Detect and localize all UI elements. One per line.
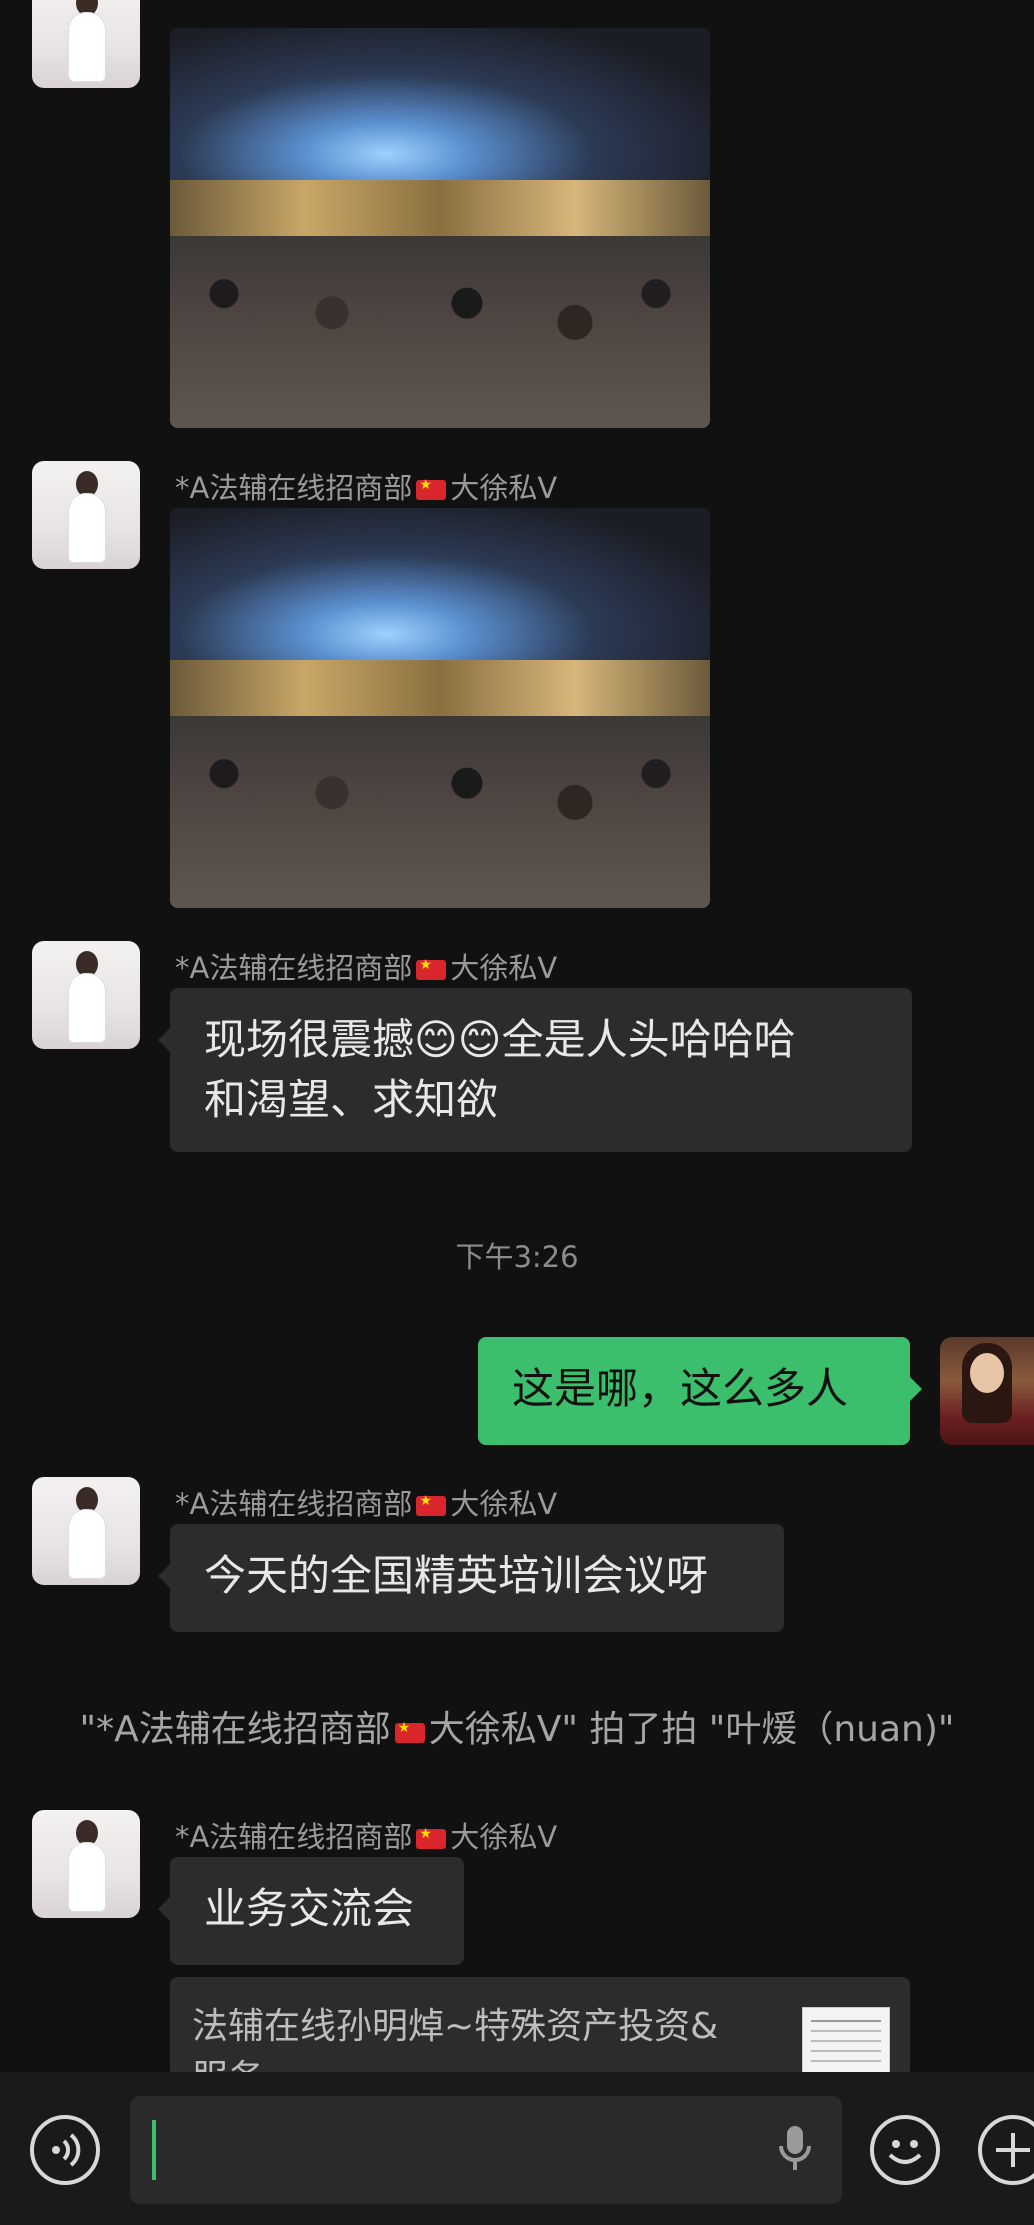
sender-name: *A法辅在线招商部大徐私V bbox=[175, 465, 557, 507]
chat-image-conference[interactable] bbox=[170, 28, 710, 428]
chat-image-conference[interactable] bbox=[170, 508, 710, 908]
link-card[interactable]: 法辅在线孙明焯~特殊资产投资&服务 bbox=[170, 1977, 910, 2077]
sender-avatar[interactable] bbox=[32, 941, 140, 1049]
chat-input-bar bbox=[0, 2072, 1034, 2225]
sender-avatar[interactable] bbox=[32, 1810, 140, 1918]
message-input[interactable] bbox=[130, 2096, 842, 2204]
message-bubble[interactable]: 业务交流会 bbox=[158, 1857, 464, 1965]
voice-icon[interactable] bbox=[30, 2115, 100, 2185]
system-pat-message: "*A法辅在线招商部大徐私V" 拍了拍 "叶煖（nuan)" bbox=[0, 1700, 1034, 1752]
microphone-icon[interactable] bbox=[775, 2122, 815, 2178]
plus-icon[interactable] bbox=[978, 2115, 1034, 2185]
emoji-icon[interactable] bbox=[870, 2115, 940, 2185]
china-flag-icon bbox=[416, 1493, 447, 1516]
china-flag-icon bbox=[394, 1720, 425, 1743]
sender-avatar[interactable] bbox=[32, 1477, 140, 1585]
china-flag-icon bbox=[416, 1826, 447, 1849]
message-text: 业务交流会 bbox=[204, 1884, 415, 1933]
my-avatar[interactable] bbox=[940, 1337, 1034, 1445]
link-card-title: 法辅在线孙明焯~特殊资产投资&服务 bbox=[192, 2006, 719, 2077]
china-flag-icon bbox=[416, 957, 447, 980]
message-text: 今天的全国精英培训会议呀 bbox=[204, 1551, 709, 1600]
message-text: 这是哪，这么多人 bbox=[512, 1364, 849, 1413]
sender-name: *A法辅在线招商部大徐私V bbox=[175, 1481, 557, 1523]
document-thumbnail bbox=[802, 2007, 890, 2077]
sender-avatar[interactable] bbox=[32, 0, 140, 88]
text-cursor bbox=[152, 2120, 156, 2180]
my-message-bubble[interactable]: 这是哪，这么多人 bbox=[478, 1337, 922, 1445]
sender-avatar[interactable] bbox=[32, 461, 140, 569]
timestamp-divider: 下午3:26 bbox=[455, 1240, 579, 1274]
sender-name: *A法辅在线招商部大徐私V bbox=[175, 1814, 557, 1856]
sender-name: *A法辅在线招商部大徐私V bbox=[175, 945, 557, 987]
message-bubble[interactable]: 现场很震撼😊😊全是人头哈哈哈 和渴望、求知欲 bbox=[158, 988, 912, 1152]
message-bubble[interactable]: 今天的全国精英培训会议呀 bbox=[158, 1524, 784, 1632]
message-text-line: 现场很震撼😊😊全是人头哈哈哈 bbox=[204, 1015, 796, 1064]
message-text-line: 和渴望、求知欲 bbox=[204, 1075, 499, 1124]
china-flag-icon bbox=[416, 477, 447, 500]
